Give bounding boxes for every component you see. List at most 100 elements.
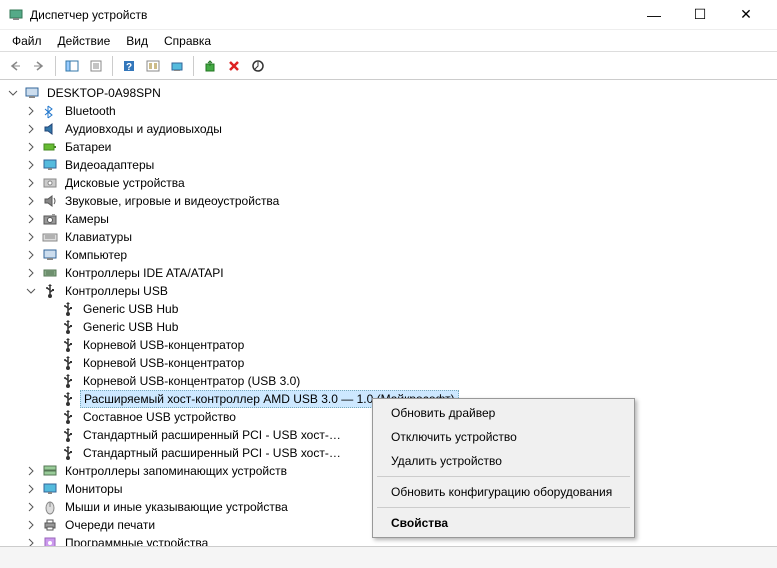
usb-icon xyxy=(60,391,76,407)
tree-device[interactable]: Корневой USB-концентратор xyxy=(2,336,775,354)
app-icon xyxy=(8,7,24,23)
sound-icon xyxy=(42,193,58,209)
expand-icon[interactable] xyxy=(24,194,38,208)
maximize-button[interactable]: ☐ xyxy=(677,0,723,30)
close-button[interactable]: ✕ xyxy=(723,0,769,30)
tree-item-label: Батареи xyxy=(62,139,114,155)
show-hide-console-button[interactable] xyxy=(61,55,83,77)
collapse-icon[interactable] xyxy=(24,284,38,298)
expand-icon[interactable] xyxy=(24,140,38,154)
computer-icon xyxy=(42,247,58,263)
tree-item-label: Звуковые, игровые и видеоустройства xyxy=(62,193,282,209)
tree-item-label: DESKTOP-0A98SPN xyxy=(44,85,164,101)
tree-item-label: Клавиатуры xyxy=(62,229,135,245)
print-icon xyxy=(42,517,58,533)
tree-spacer xyxy=(42,410,56,424)
tree-device[interactable]: Корневой USB-концентратор (USB 3.0) xyxy=(2,372,775,390)
usb-icon xyxy=(60,373,76,389)
cm-separator xyxy=(377,507,630,508)
back-button[interactable] xyxy=(4,55,26,77)
tree-device[interactable]: Generic USB Hub xyxy=(2,300,775,318)
expand-icon[interactable] xyxy=(24,536,38,546)
cm-separator xyxy=(377,476,630,477)
tree-category[interactable]: Видеоадаптеры xyxy=(2,156,775,174)
tree-category[interactable]: Камеры xyxy=(2,210,775,228)
menu-file[interactable]: Файл xyxy=(4,32,50,50)
expand-icon[interactable] xyxy=(24,230,38,244)
tree-category[interactable]: Батареи xyxy=(2,138,775,156)
usb-icon xyxy=(60,445,76,461)
expand-icon[interactable] xyxy=(24,176,38,190)
tree-item-label: Камеры xyxy=(62,211,112,227)
usb-icon xyxy=(60,355,76,371)
tree-category[interactable]: Аудиовходы и аудиовыходы xyxy=(2,120,775,138)
expand-icon[interactable] xyxy=(24,482,38,496)
uninstall-button[interactable] xyxy=(223,55,245,77)
tree-category[interactable]: Клавиатуры xyxy=(2,228,775,246)
tree-spacer xyxy=(42,356,56,370)
tree-spacer xyxy=(42,338,56,352)
menu-help[interactable]: Справка xyxy=(156,32,219,50)
properties-button[interactable] xyxy=(85,55,107,77)
mouse-icon xyxy=(42,499,58,515)
cm-uninstall-device[interactable]: Удалить устройство xyxy=(375,449,632,473)
tree-item-label: Программные устройства xyxy=(62,535,211,546)
tree-spacer xyxy=(42,392,56,406)
tree-item-label: Стандартный расширенный PCI - USB хост-… xyxy=(80,445,344,461)
expand-icon[interactable] xyxy=(24,500,38,514)
tree-category[interactable]: Bluetooth xyxy=(2,102,775,120)
help-button[interactable]: ? xyxy=(118,55,140,77)
tree-spacer xyxy=(42,374,56,388)
tree-category[interactable]: Дисковые устройства xyxy=(2,174,775,192)
cm-properties[interactable]: Свойства xyxy=(375,511,632,535)
menu-view[interactable]: Вид xyxy=(118,32,156,50)
enable-device-button[interactable] xyxy=(199,55,221,77)
expand-icon[interactable] xyxy=(24,158,38,172)
separator xyxy=(55,56,56,76)
tree-item-label: Контроллеры запоминающих устройств xyxy=(62,463,290,479)
tree-item-label: Стандартный расширенный PCI - USB хост-… xyxy=(80,427,344,443)
usb-icon xyxy=(60,409,76,425)
tree-item-label: Корневой USB-концентратор (USB 3.0) xyxy=(80,373,303,389)
separator xyxy=(193,56,194,76)
status-bar xyxy=(0,546,777,568)
forward-button[interactable] xyxy=(28,55,50,77)
tree-item-label: Мыши и иные указывающие устройства xyxy=(62,499,291,515)
update-driver-button[interactable] xyxy=(247,55,269,77)
cm-scan-hardware[interactable]: Обновить конфигурацию оборудования xyxy=(375,480,632,504)
usb-icon xyxy=(60,301,76,317)
expand-icon[interactable] xyxy=(24,464,38,478)
keyboard-icon xyxy=(42,229,58,245)
tree-item-label: Корневой USB-концентратор xyxy=(80,337,247,353)
menu-action[interactable]: Действие xyxy=(50,32,119,50)
cm-update-driver[interactable]: Обновить драйвер xyxy=(375,401,632,425)
collapse-icon[interactable] xyxy=(6,86,20,100)
tree-device[interactable]: Корневой USB-концентратор xyxy=(2,354,775,372)
tree-item-label: Корневой USB-концентратор xyxy=(80,355,247,371)
cm-disable-device[interactable]: Отключить устройство xyxy=(375,425,632,449)
usb-icon xyxy=(60,427,76,443)
svg-text:?: ? xyxy=(126,62,132,73)
expand-icon[interactable] xyxy=(24,122,38,136)
window-title: Диспетчер устройств xyxy=(30,8,631,22)
expand-icon[interactable] xyxy=(24,266,38,280)
expand-icon[interactable] xyxy=(24,104,38,118)
titlebar: Диспетчер устройств — ☐ ✕ xyxy=(0,0,777,30)
tree-category[interactable]: Контроллеры USB xyxy=(2,282,775,300)
expand-icon[interactable] xyxy=(24,212,38,226)
expand-icon[interactable] xyxy=(24,518,38,532)
minimize-button[interactable]: — xyxy=(631,0,677,30)
tree-category[interactable]: Компьютер xyxy=(2,246,775,264)
scan-hardware-button[interactable] xyxy=(166,55,188,77)
menubar: Файл Действие Вид Справка xyxy=(0,30,777,52)
tree-device[interactable]: Generic USB Hub xyxy=(2,318,775,336)
tree-spacer xyxy=(42,320,56,334)
expand-icon[interactable] xyxy=(24,248,38,262)
tree-category[interactable]: Звуковые, игровые и видеоустройства xyxy=(2,192,775,210)
tree-item-label: Generic USB Hub xyxy=(80,319,181,335)
tree-root[interactable]: DESKTOP-0A98SPN xyxy=(2,84,775,102)
tree-spacer xyxy=(42,302,56,316)
separator xyxy=(112,56,113,76)
toolbar-icon[interactable] xyxy=(142,55,164,77)
tree-category[interactable]: Контроллеры IDE ATA/ATAPI xyxy=(2,264,775,282)
